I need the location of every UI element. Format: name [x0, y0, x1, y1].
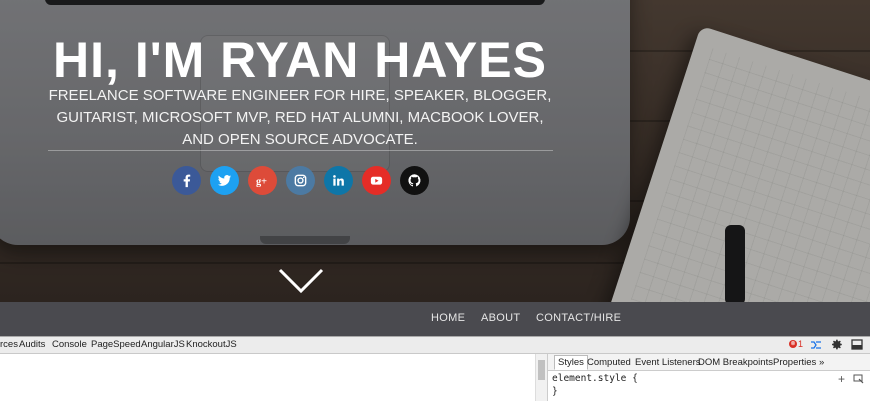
- hero-subtitle: FREELANCE SOFTWARE ENGINEER FOR HIRE, SP…: [48, 87, 552, 148]
- google-plus-icon[interactable]: g+: [248, 166, 277, 195]
- add-style-rule-icon[interactable]: +: [838, 372, 845, 386]
- nav-home-link[interactable]: HOME: [431, 312, 465, 324]
- svg-text:g+: g+: [256, 176, 267, 187]
- tab-styles[interactable]: Styles: [554, 355, 588, 370]
- dock-icon[interactable]: [851, 339, 863, 350]
- hero-divider: [48, 150, 553, 151]
- instagram-icon[interactable]: [286, 166, 315, 195]
- error-icon[interactable]: ⊗: [789, 340, 797, 348]
- navbar: HOME ABOUT CONTACT/HIRE: [0, 302, 870, 336]
- nav-contact-hire-link[interactable]: CONTACT/HIRE: [536, 312, 621, 324]
- tab-knockoutjs[interactable]: KnockoutJS: [186, 339, 237, 350]
- more-tabs-icon[interactable]: »: [819, 357, 824, 368]
- hero-title: HI, I'M RYAN HAYES: [53, 32, 547, 88]
- style-rule-selector[interactable]: element.style {: [552, 373, 638, 384]
- twitter-icon[interactable]: [210, 166, 239, 195]
- tab-console[interactable]: Console: [52, 339, 87, 350]
- gear-icon[interactable]: [830, 338, 843, 351]
- tab-pagespeed[interactable]: PageSpeed: [91, 339, 141, 350]
- nav-links: HOME ABOUT CONTACT/HIRE: [0, 302, 870, 336]
- linkedin-icon[interactable]: [324, 166, 353, 195]
- error-count[interactable]: 1: [798, 339, 803, 349]
- tab-computed[interactable]: Computed: [587, 357, 631, 368]
- tab-properties[interactable]: Properties: [773, 357, 816, 368]
- chevron-down-icon[interactable]: [278, 268, 324, 294]
- tab-event-listeners[interactable]: Event Listeners: [635, 357, 700, 368]
- nav-about-link[interactable]: ABOUT: [481, 312, 520, 324]
- hero-section: HI, I'M RYAN HAYES FREELANCE SOFTWARE EN…: [0, 0, 870, 302]
- devtools-panel: rces Audits Console PageSpeed AngularJS …: [0, 336, 870, 401]
- facebook-icon[interactable]: [172, 166, 201, 195]
- sidebar-tab-bar: Styles Computed Event Listeners DOM Brea…: [548, 354, 870, 371]
- toggle-element-state-icon[interactable]: [853, 374, 864, 384]
- tab-dom-breakpoints[interactable]: DOM Breakpoints: [698, 357, 773, 368]
- youtube-icon[interactable]: [362, 166, 391, 195]
- tab-sources[interactable]: rces: [0, 339, 18, 350]
- github-icon[interactable]: [400, 166, 429, 195]
- social-links: g+: [172, 166, 429, 195]
- styles-sidebar: Styles Computed Event Listeners DOM Brea…: [547, 354, 870, 401]
- tab-audits[interactable]: Audits: [19, 339, 45, 350]
- scrollbar-thumb[interactable]: [538, 360, 545, 380]
- devtools-tab-bar: rces Audits Console PageSpeed AngularJS …: [0, 337, 870, 354]
- style-rule-close: }: [552, 386, 558, 397]
- console-drawer-icon[interactable]: [810, 340, 822, 350]
- elements-pane[interactable]: [0, 354, 535, 401]
- tab-angularjs[interactable]: AngularJS: [141, 339, 185, 350]
